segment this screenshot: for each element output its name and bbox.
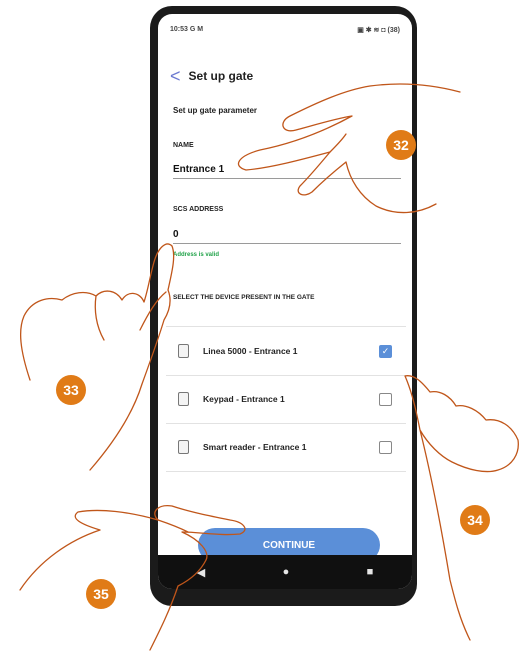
hand-34-icon (404, 375, 519, 641)
callout-33: 33 (56, 375, 86, 405)
hand-35-icon (19, 505, 246, 651)
callout-32: 32 (386, 130, 416, 160)
hand-32-icon (237, 83, 461, 214)
callout-34: 34 (460, 505, 490, 535)
hand-gesture-illustrations (19, 83, 519, 651)
callout-35: 35 (86, 579, 116, 609)
hand-33-icon (20, 243, 175, 471)
